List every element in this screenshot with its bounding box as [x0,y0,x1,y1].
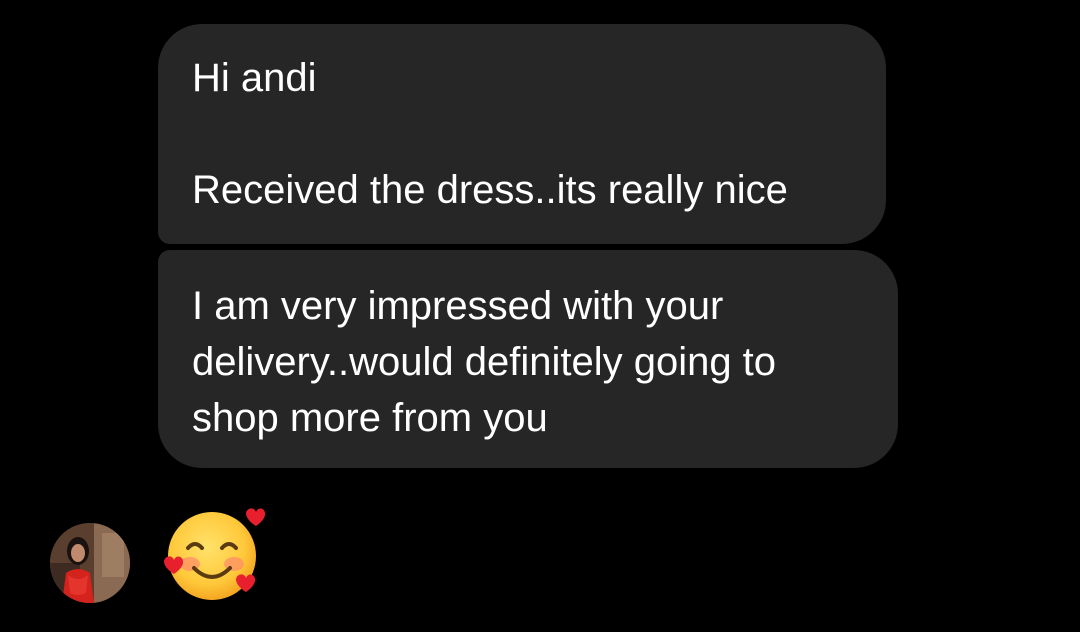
message-bubble[interactable]: I am very impressed with your delivery..… [158,250,898,468]
smiling-face-with-hearts-icon[interactable] [162,506,266,602]
avatar[interactable] [50,523,130,603]
avatar-image [50,523,130,603]
message-bubble[interactable]: Hi andi Received the dress..its really n… [158,24,886,244]
message-thread: Hi andi Received the dress..its really n… [0,0,1080,632]
